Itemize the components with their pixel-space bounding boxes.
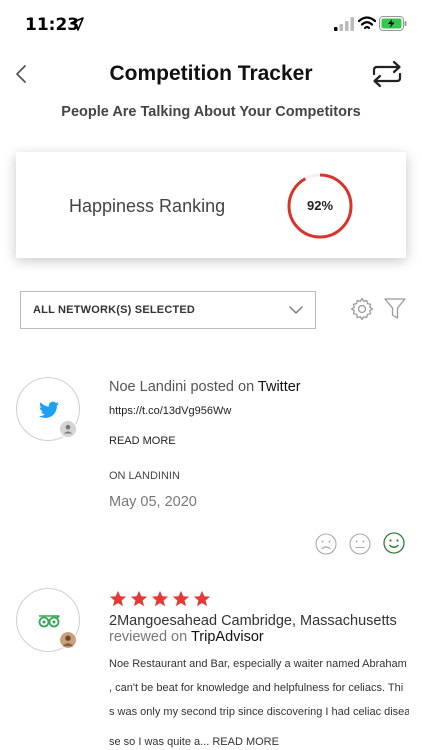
- sad-face-icon[interactable]: [315, 533, 337, 555]
- switch-icon[interactable]: [370, 60, 404, 88]
- happy-face-icon[interactable]: [383, 532, 405, 554]
- review-verb: reviewed on: [109, 629, 188, 645]
- review-author: 2Mangoesahead Cambridge, Massachusetts: [109, 613, 397, 629]
- neutral-face-icon[interactable]: [349, 533, 371, 555]
- rating-stars: [109, 590, 214, 610]
- happiness-card: Happiness Ranking 92%: [16, 152, 406, 258]
- post-author-line: Noe Landini posted on Twitter: [109, 379, 301, 395]
- chevron-down-icon: [289, 306, 303, 314]
- twitter-icon: [38, 401, 59, 418]
- battery-icon: [379, 16, 407, 31]
- read-more-link[interactable]: READ MORE: [109, 435, 176, 447]
- post-date: May 05, 2020: [109, 494, 197, 510]
- post-author: Noe Landini: [109, 379, 187, 395]
- post-network: Twitter: [257, 379, 301, 395]
- review-text-last-line: se so I was quite a... READ MORE: [109, 735, 409, 749]
- review-text-line: s was only my second trip since discover…: [109, 706, 409, 718]
- post-avatar: [16, 588, 80, 652]
- location-arrow-icon: [70, 17, 84, 31]
- status-bar: 11:23: [0, 0, 422, 50]
- review-text-line: , can't be beat for knowledge and helpfu…: [109, 682, 404, 694]
- star-icon: [151, 590, 169, 607]
- post-avatar: [16, 377, 80, 441]
- post-on-label: ON LANDININ: [109, 470, 180, 482]
- filter-icon[interactable]: [384, 297, 406, 321]
- star-icon: [130, 590, 148, 607]
- page-title: Competition Tracker: [109, 62, 313, 85]
- post-verb: posted on: [190, 379, 255, 395]
- star-icon: [193, 590, 211, 607]
- star-icon: [109, 590, 127, 607]
- reviewer-photo-icon: [59, 631, 77, 649]
- page-subtitle: People Are Talking About Your Competitor…: [61, 104, 361, 120]
- review-text-line: Noe Restaurant and Bar, especially a wai…: [109, 658, 407, 670]
- review-text-line: se so I was quite a...: [109, 736, 210, 748]
- review-network: TripAdvisor: [190, 629, 264, 645]
- post-url-link[interactable]: https://t.co/13dVg956Ww: [109, 405, 231, 417]
- happiness-value: 92%: [306, 198, 334, 213]
- happiness-label: Happiness Ranking: [69, 196, 226, 216]
- network-select-label: ALL NETWORK(S) SELECTED: [33, 304, 196, 316]
- star-icon: [172, 590, 190, 607]
- tripadvisor-icon: [38, 615, 60, 628]
- review-source-line: reviewed on TripAdvisor: [109, 629, 264, 645]
- cellular-signal-icon: [334, 17, 354, 31]
- user-avatar-icon: [59, 420, 77, 438]
- wifi-icon: [358, 16, 376, 30]
- gear-icon[interactable]: [350, 297, 374, 321]
- read-more-link[interactable]: READ MORE: [212, 736, 279, 748]
- network-select-dropdown[interactable]: ALL NETWORK(S) SELECTED: [20, 291, 316, 329]
